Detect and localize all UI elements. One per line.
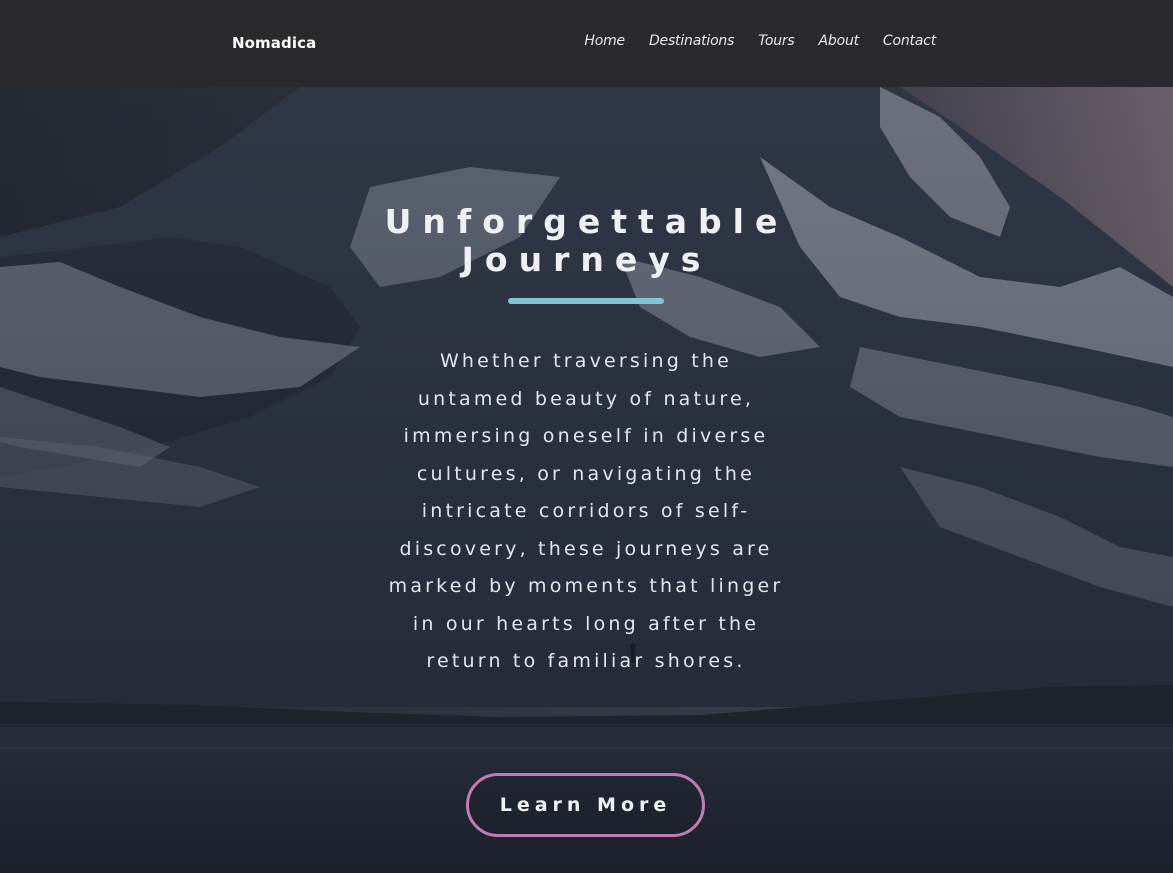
nav-about-link[interactable]: About	[819, 33, 860, 49]
nav-contact-link[interactable]: Contact	[883, 33, 936, 49]
nav-destinations-link[interactable]: Destinations	[649, 33, 734, 49]
site-header: Nomadica Home Destinations Tours About C…	[0, 0, 1173, 87]
learn-more-button[interactable]: Learn More	[466, 773, 705, 837]
title-divider	[508, 298, 664, 304]
hero-title-line-1: Unforgettable	[384, 202, 789, 241]
nav-tours-link[interactable]: Tours	[758, 33, 795, 49]
hero-title-line-2: Journeys	[461, 240, 712, 279]
hero-description: Whether traversing the untamed beauty of…	[388, 350, 784, 672]
brand-logo[interactable]: Nomadica	[232, 34, 316, 52]
nav-home-link[interactable]: Home	[584, 33, 625, 49]
hero-title: Unforgettable Journeys	[0, 203, 1173, 279]
main-nav: Home Destinations Tours About Contact	[584, 33, 936, 49]
